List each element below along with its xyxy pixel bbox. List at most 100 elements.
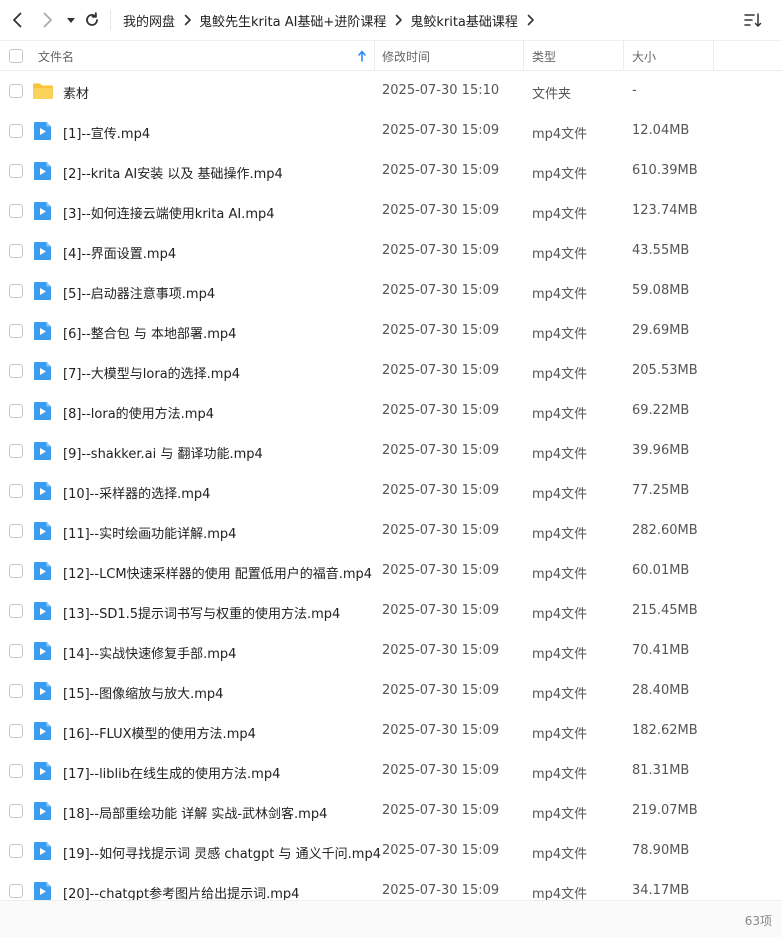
- file-name[interactable]: [3]--如何连接云端使用krita AI.mp4: [63, 203, 275, 222]
- file-size: 39.96MB: [632, 443, 690, 458]
- row-checkbox[interactable]: [9, 364, 23, 378]
- column-divider[interactable]: [623, 41, 624, 71]
- column-header-name[interactable]: 文件名: [38, 41, 74, 71]
- file-row[interactable]: [7]--大模型与lora的选择.mp4 2025-07-30 15:09 mp4文…: [0, 351, 782, 391]
- file-name[interactable]: [1]--宣传.mp4: [63, 123, 150, 142]
- toolbar: 我的网盘 鬼鲛先生krita AI基础+进阶课程 鬼鲛krita基础课程: [0, 0, 782, 40]
- breadcrumb-item-course[interactable]: 鬼鲛先生krita AI基础+进阶课程: [199, 11, 386, 30]
- sort-ascending-icon[interactable]: [357, 49, 367, 63]
- file-row[interactable]: [17]--liblib在线生成的使用方法.mp4 2025-07-30 15:0…: [0, 751, 782, 791]
- refresh-button[interactable]: [82, 10, 102, 30]
- column-header-size[interactable]: 大小: [632, 41, 656, 71]
- file-type: mp4文件: [532, 367, 588, 382]
- file-name[interactable]: [13]--SD1.5提示词书写与权重的使用方法.mp4: [63, 603, 340, 622]
- modified-date: 2025-07-30 15:09: [382, 563, 500, 578]
- row-checkbox[interactable]: [9, 484, 23, 498]
- row-checkbox[interactable]: [9, 524, 23, 538]
- file-row[interactable]: [5]--启动器注意事项.mp4 2025-07-30 15:09 mp4文件 59.…: [0, 271, 782, 311]
- file-row[interactable]: [16]--FLUX模型的使用方法.mp4 2025-07-30 15:09 mp4…: [0, 711, 782, 751]
- file-name[interactable]: [15]--图像缩放与放大.mp4: [63, 683, 223, 702]
- file-row[interactable]: [15]--图像缩放与放大.mp4 2025-07-30 15:09 mp4文件 28…: [0, 671, 782, 711]
- file-type: mp4文件: [532, 567, 588, 582]
- row-checkbox[interactable]: [9, 124, 23, 138]
- file-row[interactable]: [18]--局部重绘功能 详解 实战-武林剑客.mp4 2025-07-30 15…: [0, 791, 782, 831]
- row-checkbox[interactable]: [9, 324, 23, 338]
- forward-button[interactable]: [37, 10, 57, 30]
- file-name[interactable]: [4]--界面设置.mp4: [63, 243, 176, 262]
- row-checkbox[interactable]: [9, 164, 23, 178]
- column-header-type[interactable]: 类型: [532, 41, 556, 71]
- file-row[interactable]: [8]--lora的使用方法.mp4 2025-07-30 15:09 mp4文件 6…: [0, 391, 782, 431]
- file-row[interactable]: [10]--采样器的选择.mp4 2025-07-30 15:09 mp4文件 77.…: [0, 471, 782, 511]
- file-name[interactable]: [17]--liblib在线生成的使用方法.mp4: [63, 763, 280, 782]
- row-checkbox[interactable]: [9, 404, 23, 418]
- back-button[interactable]: [8, 10, 28, 30]
- row-checkbox[interactable]: [9, 204, 23, 218]
- file-row[interactable]: [13]--SD1.5提示词书写与权重的使用方法.mp4 2025-07-30 1…: [0, 591, 782, 631]
- row-checkbox[interactable]: [9, 604, 23, 618]
- breadcrumb-item-current[interactable]: 鬼鲛krita基础课程: [410, 11, 518, 30]
- file-name[interactable]: [2]--krita AI安装 以及 基础操作.mp4: [63, 163, 283, 182]
- file-name[interactable]: [5]--启动器注意事项.mp4: [63, 283, 215, 302]
- file-size: 219.07MB: [632, 803, 698, 818]
- video-file-icon: [32, 761, 54, 781]
- row-checkbox[interactable]: [9, 724, 23, 738]
- file-name[interactable]: [18]--局部重绘功能 详解 实战-武林剑客.mp4: [63, 803, 327, 822]
- row-checkbox[interactable]: [9, 244, 23, 258]
- video-file-icon: [32, 521, 54, 541]
- file-row[interactable]: [2]--krita AI安装 以及 基础操作.mp4 2025-07-30 15…: [0, 151, 782, 191]
- column-divider[interactable]: [523, 41, 524, 71]
- column-header: 文件名 修改时间 类型 大小: [0, 40, 782, 71]
- file-name[interactable]: [8]--lora的使用方法.mp4: [63, 403, 214, 422]
- file-row[interactable]: [6]--整合包 与 本地部署.mp4 2025-07-30 15:09 mp4文件…: [0, 311, 782, 351]
- chevron-right-icon[interactable]: [527, 14, 535, 26]
- file-name[interactable]: [16]--FLUX模型的使用方法.mp4: [63, 723, 256, 742]
- breadcrumb-item-root[interactable]: 我的网盘: [123, 11, 175, 30]
- file-row[interactable]: [9]--shakker.ai 与 翻译功能.mp4 2025-07-30 15:…: [0, 431, 782, 471]
- file-name[interactable]: [19]--如何寻找提示词 灵感 chatgpt 与 通义千问.mp4: [63, 843, 381, 862]
- file-row[interactable]: [11]--实时绘画功能详解.mp4 2025-07-30 15:09 mp4文件 2…: [0, 511, 782, 551]
- file-row[interactable]: [19]--如何寻找提示词 灵感 chatgpt 与 通义千问.mp4 2025-…: [0, 831, 782, 871]
- chevron-left-icon: [13, 12, 22, 28]
- column-divider[interactable]: [713, 41, 714, 71]
- sort-options-button[interactable]: [744, 11, 762, 29]
- file-row[interactable]: [12]--LCM快速采样器的使用 配置低用户的福音.mp4 2025-07-30…: [0, 551, 782, 591]
- file-name[interactable]: [6]--整合包 与 本地部署.mp4: [63, 323, 236, 342]
- file-name[interactable]: 素材: [63, 83, 89, 102]
- column-divider[interactable]: [374, 41, 375, 71]
- row-checkbox[interactable]: [9, 884, 23, 898]
- file-name[interactable]: [12]--LCM快速采样器的使用 配置低用户的福音.mp4: [63, 563, 372, 582]
- select-all-checkbox[interactable]: [9, 49, 23, 63]
- file-size: 81.31MB: [632, 763, 690, 778]
- file-name[interactable]: [14]--实战快速修复手部.mp4: [63, 643, 236, 662]
- column-label-type: 类型: [532, 49, 557, 64]
- row-checkbox[interactable]: [9, 764, 23, 778]
- row-checkbox[interactable]: [9, 644, 23, 658]
- file-name[interactable]: [10]--采样器的选择.mp4: [63, 483, 210, 502]
- file-row[interactable]: 素材 2025-07-30 15:10 文件夹 -: [0, 71, 782, 111]
- toolbar-divider: [110, 10, 111, 30]
- column-header-date[interactable]: 修改时间: [382, 41, 430, 71]
- file-type: mp4文件: [532, 327, 588, 342]
- file-row[interactable]: [14]--实战快速修复手部.mp4 2025-07-30 15:09 mp4文件 7…: [0, 631, 782, 671]
- file-name[interactable]: [7]--大模型与lora的选择.mp4: [63, 363, 240, 382]
- file-row[interactable]: [4]--界面设置.mp4 2025-07-30 15:09 mp4文件 43.55M…: [0, 231, 782, 271]
- file-row[interactable]: [3]--如何连接云端使用krita AI.mp4 2025-07-30 15:0…: [0, 191, 782, 231]
- file-size: 34.17MB: [632, 883, 690, 898]
- row-checkbox[interactable]: [9, 684, 23, 698]
- row-checkbox[interactable]: [9, 444, 23, 458]
- history-dropdown-button[interactable]: [63, 10, 79, 30]
- file-row[interactable]: [1]--宣传.mp4 2025-07-30 15:09 mp4文件 12.04MB: [0, 111, 782, 151]
- modified-date: 2025-07-30 15:09: [382, 683, 500, 698]
- row-checkbox[interactable]: [9, 84, 23, 98]
- row-checkbox[interactable]: [9, 844, 23, 858]
- file-type: mp4文件: [532, 207, 588, 222]
- file-name[interactable]: [11]--实时绘画功能详解.mp4: [63, 523, 236, 542]
- row-checkbox[interactable]: [9, 564, 23, 578]
- file-name[interactable]: [9]--shakker.ai 与 翻译功能.mp4: [63, 443, 263, 462]
- row-checkbox[interactable]: [9, 804, 23, 818]
- row-checkbox[interactable]: [9, 284, 23, 298]
- file-type: mp4文件: [532, 167, 588, 182]
- video-file-icon: [32, 561, 54, 581]
- modified-date: 2025-07-30 15:09: [382, 643, 500, 658]
